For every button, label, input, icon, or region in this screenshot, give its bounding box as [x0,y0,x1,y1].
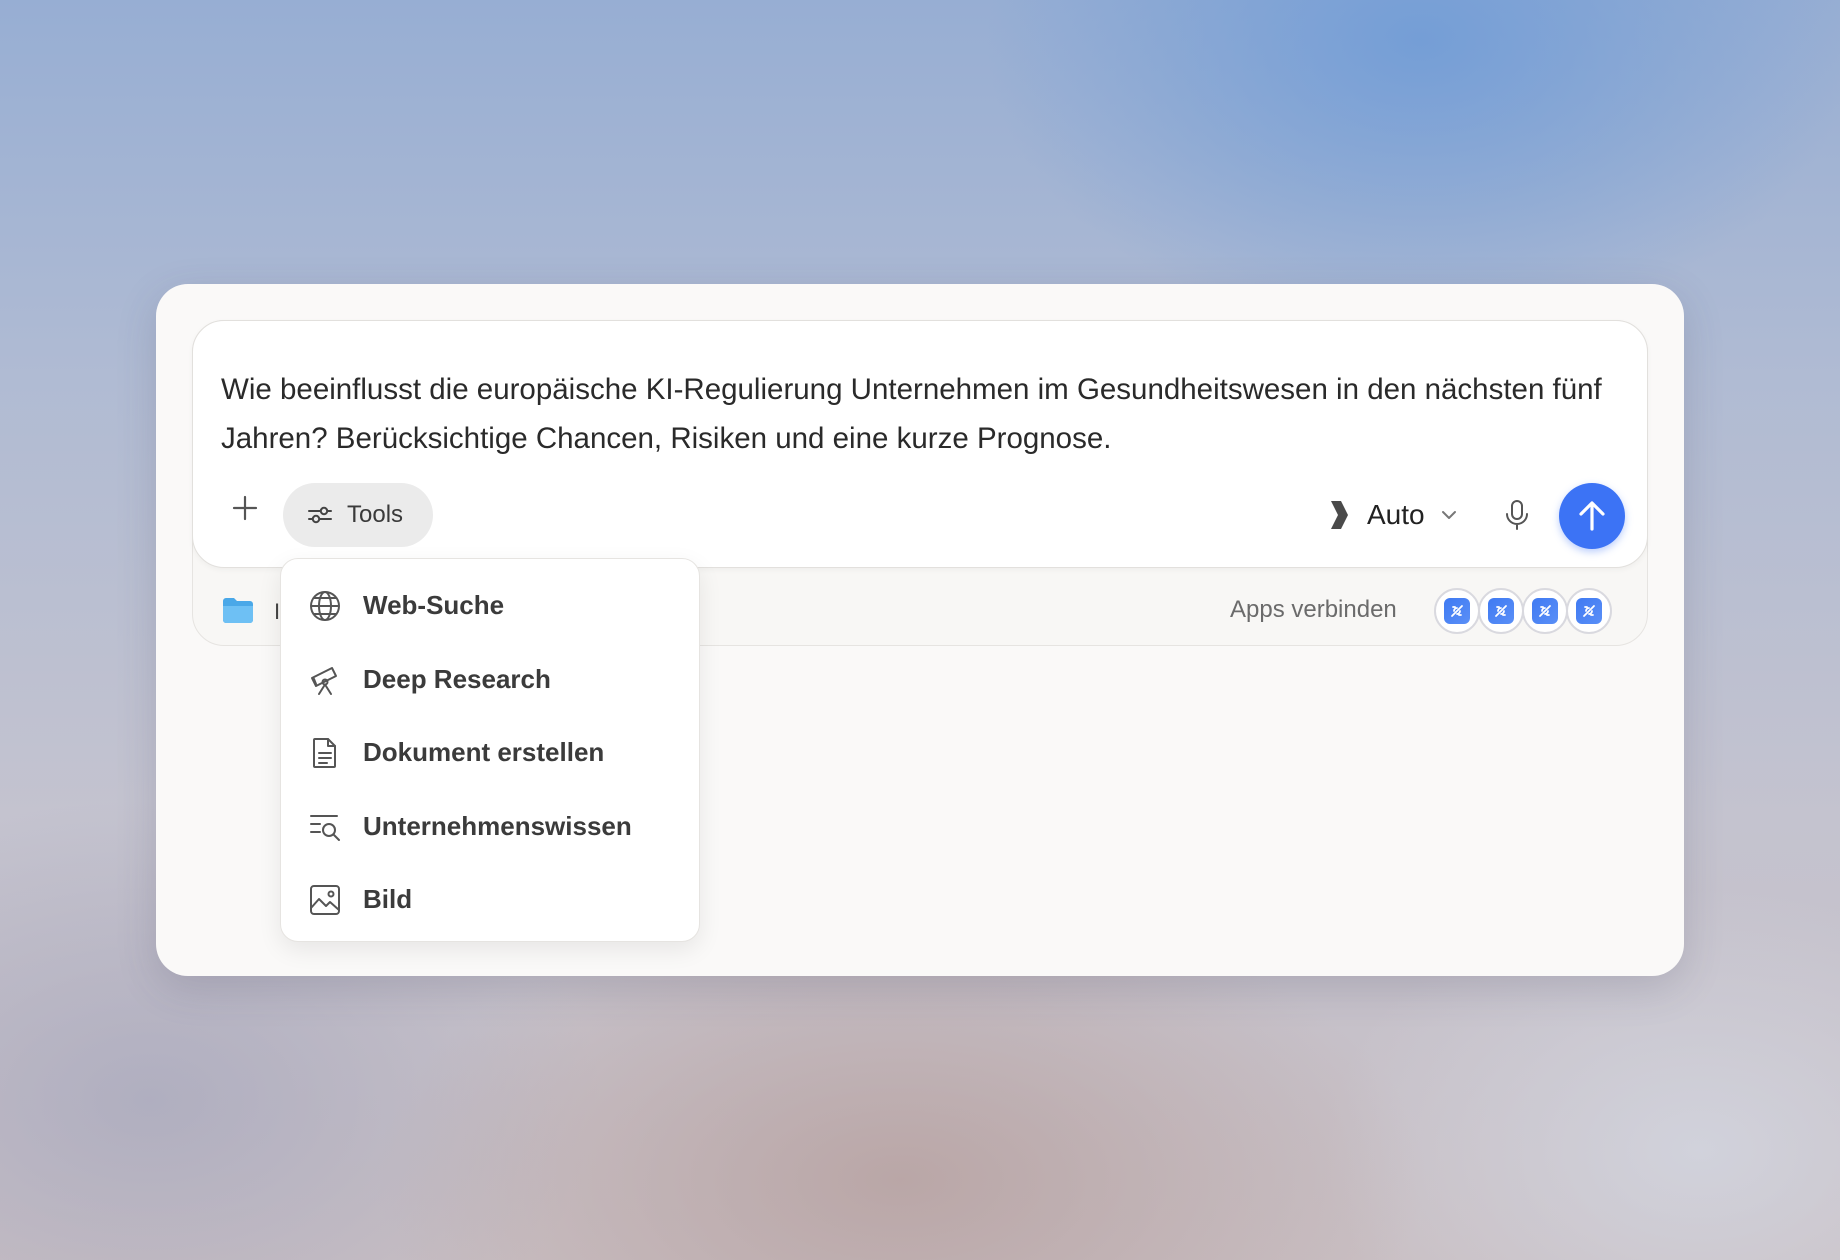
model-selector-label: Auto [1367,499,1425,530]
tools-menu-item-label: Dokument erstellen [363,737,605,768]
app-icon[interactable] [1522,588,1568,634]
tools-menu-item-label: Unternehmenswissen [363,810,632,841]
app-icon[interactable] [1566,588,1612,634]
add-attachment-button[interactable] [221,484,269,532]
prompt-composer[interactable]: Wie beeinflusst die europäische KI-Regul… [192,320,1648,568]
app-logo-icon [1539,605,1551,617]
telescope-icon [307,661,343,697]
send-button[interactable] [1559,483,1625,549]
tools-menu-item-create-document[interactable]: Dokument erstellen [281,716,699,790]
prompt-text[interactable]: Wie beeinflusst die europäische KI-Regul… [221,365,1621,463]
list-search-icon [307,808,343,844]
image-icon [307,882,343,918]
arrow-up-icon [1579,501,1605,531]
tools-menu-item-label: Bild [363,884,413,915]
tools-menu-item-web-search[interactable]: Web-Suche [281,569,699,643]
tools-button[interactable]: Tools [283,483,433,547]
chevron-down-icon [1441,511,1456,519]
tools-menu-item-company-knowledge[interactable]: Unternehmenswissen [281,790,699,864]
connected-apps[interactable] [1434,588,1612,634]
tools-menu: Web-Suche Deep Research Dokument erstell… [280,558,700,942]
folder-icon[interactable] [222,596,254,624]
microphone-icon [1506,500,1528,530]
app-icon[interactable] [1434,588,1480,634]
tools-menu-item-image[interactable]: Bild [281,863,699,937]
app-logo-icon [1583,605,1595,617]
sliders-icon [308,506,332,524]
model-logo-icon [1331,501,1348,529]
app-icon[interactable] [1478,588,1524,634]
tools-menu-item-deep-research[interactable]: Deep Research [281,643,699,717]
app-logo-icon [1495,605,1507,617]
connect-apps-label[interactable]: Apps verbinden [1230,596,1397,624]
document-icon [307,735,343,771]
tools-menu-item-label: Web-Suche [363,590,505,621]
tools-button-label: Tools [347,501,404,528]
app-logo-icon [1451,605,1463,617]
tools-menu-item-label: Deep Research [363,663,551,694]
plus-icon [232,495,258,521]
microphone-button[interactable] [1493,491,1541,539]
globe-icon [307,588,343,624]
model-selector[interactable]: Auto [1327,483,1457,547]
